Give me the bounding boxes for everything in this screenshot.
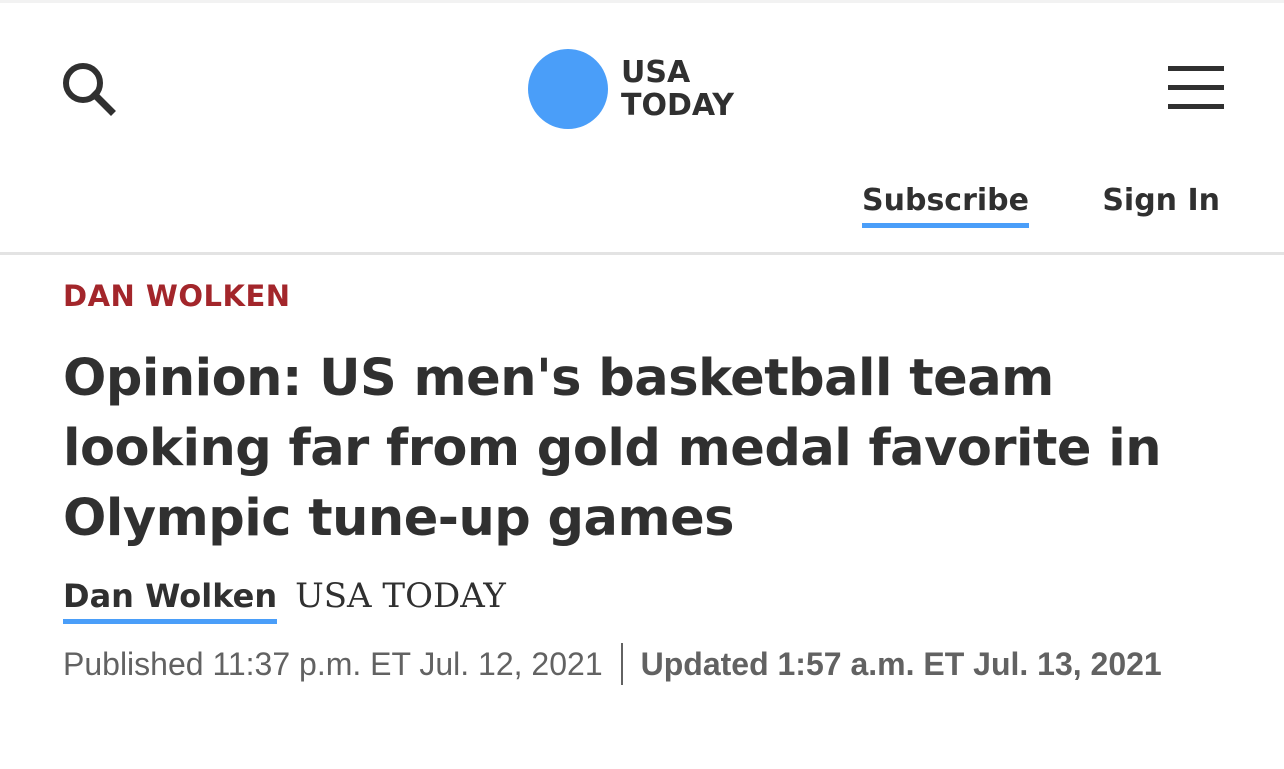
site-header: USA TODAY Subscribe Sign In	[0, 3, 1284, 253]
hamburger-menu-icon[interactable]	[1168, 63, 1226, 113]
publication-name: USA TODAY	[295, 576, 506, 616]
subscribe-link[interactable]: Subscribe	[862, 183, 1029, 228]
menu-bar	[1168, 66, 1224, 71]
date-separator	[620, 643, 623, 685]
header-divider	[0, 252, 1284, 255]
usa-today-logo[interactable]: USA TODAY	[528, 47, 734, 131]
logo-wordmark: USA TODAY	[621, 56, 734, 122]
published-date: Published 11:37 p.m. ET Jul. 12, 2021	[63, 646, 603, 682]
article-dates: Published 11:37 p.m. ET Jul. 12, 2021 Upd…	[63, 640, 1223, 688]
author-link[interactable]: Dan Wolken	[63, 574, 278, 624]
logo-line-1: USA	[621, 55, 691, 90]
logo-line-2: TODAY	[621, 88, 734, 123]
column-label[interactable]: DAN WOLKEN	[63, 278, 291, 314]
search-button[interactable]	[56, 56, 120, 120]
byline: Dan Wolken USA TODAY	[63, 574, 506, 624]
sign-in-link[interactable]: Sign In	[1102, 183, 1220, 219]
updated-date: Updated 1:57 a.m. ET Jul. 13, 2021	[640, 646, 1162, 682]
logo-circle	[528, 49, 608, 129]
menu-bar	[1168, 104, 1224, 109]
menu-bar	[1168, 85, 1224, 90]
search-icon	[63, 63, 116, 116]
article-headline: Opinion: US men's basketball team lookin…	[63, 349, 1162, 548]
